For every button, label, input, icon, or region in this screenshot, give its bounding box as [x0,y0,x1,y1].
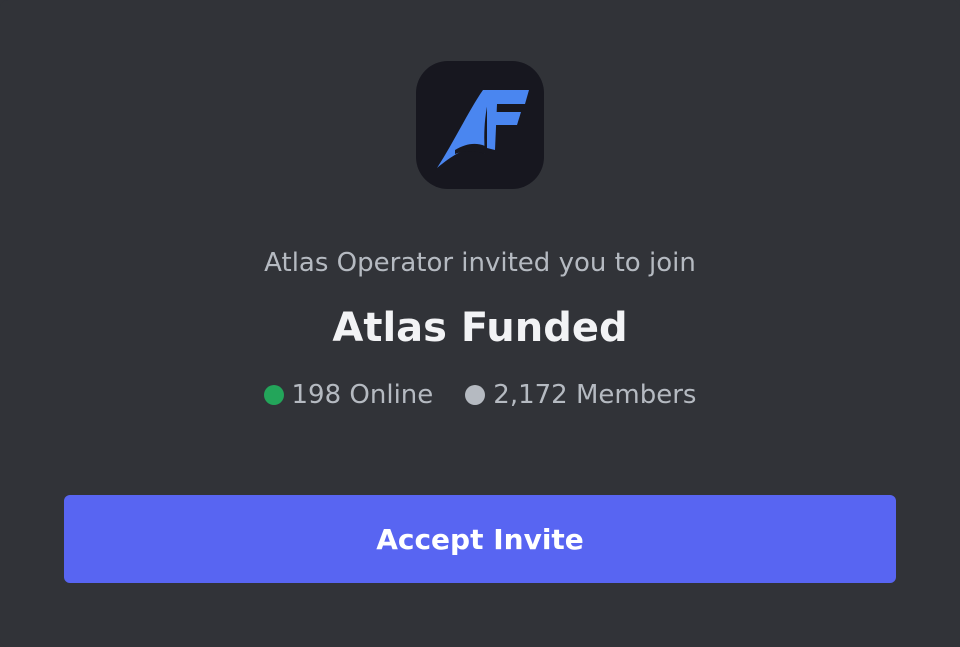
members-status-dot-icon [465,385,486,405]
online-status-dot-icon [263,385,284,405]
server-stats: 198 Online 2,172 Members [0,376,960,414]
online-count-label: 198 Online [291,380,434,410]
server-name: Atlas Funded [332,305,628,351]
invite-card: Atlas Operator invited you to join Atlas… [0,0,960,647]
server-icon [416,61,544,189]
atlas-funded-logo-icon [437,90,529,168]
online-count: 198 Online [263,376,434,414]
accept-invite-button[interactable]: Accept Invite [64,495,896,583]
member-count: 2,172 Members [465,376,696,414]
member-count-label: 2,172 Members [493,380,697,410]
inviter-line: Atlas Operator invited you to join [264,248,696,278]
